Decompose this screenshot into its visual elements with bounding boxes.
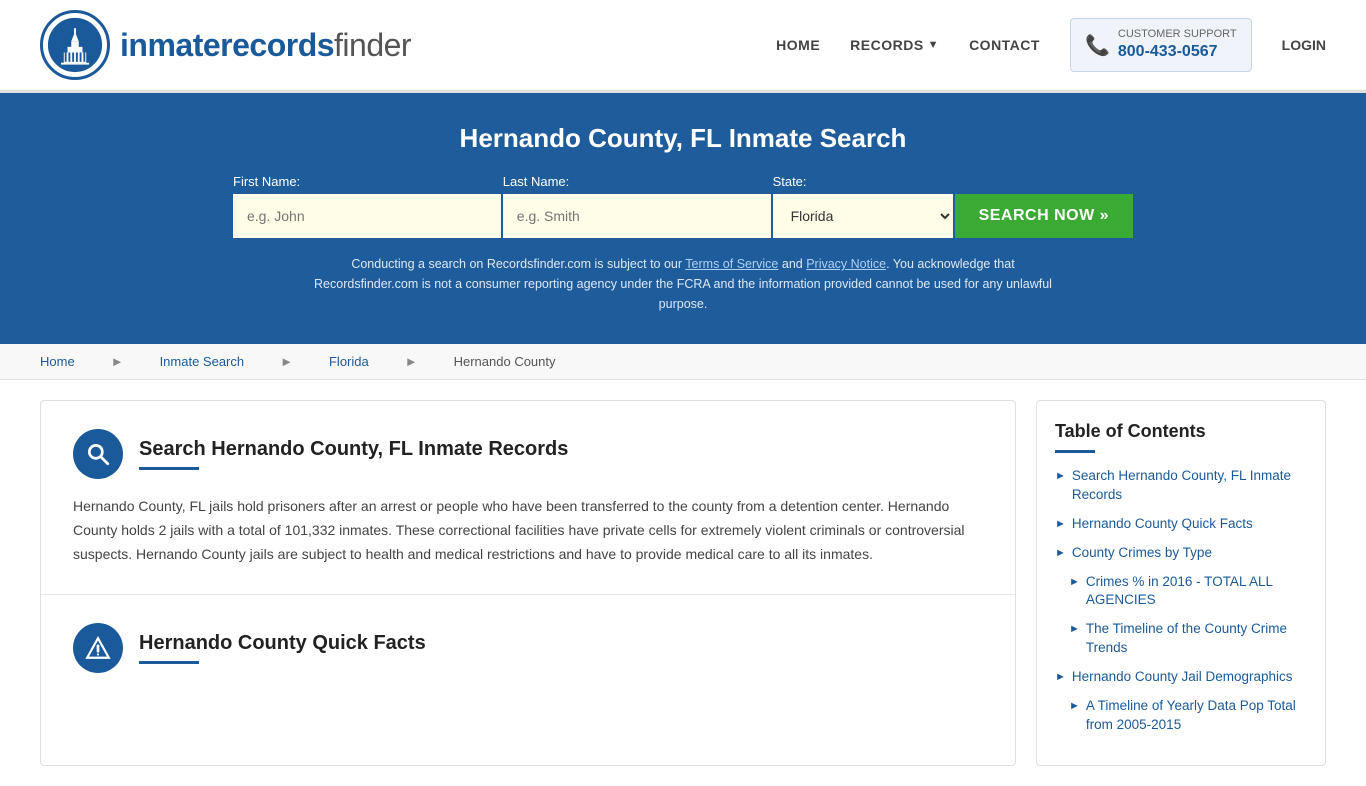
customer-support-box: 📞 CUSTOMER SUPPORT 800-433-0567 [1070,18,1252,71]
toc-link-3[interactable]: ► County Crimes by Type [1055,544,1307,563]
breadcrumb-sep-2: ► [280,354,293,369]
toc-box: Table of Contents ► Search Hernando Coun… [1036,400,1326,766]
toc-item-4: ► Crimes % in 2016 - TOTAL ALL AGENCIES [1055,573,1307,611]
first-name-group: First Name: [233,174,501,238]
section-title-search: Search Hernando County, FL Inmate Record… [139,438,568,461]
last-name-label: Last Name: [503,174,569,189]
chevron-right-icon: ► [1069,699,1080,714]
section-text-search: Hernando County, FL jails hold prisoners… [73,495,983,566]
section-title-underline-facts [139,661,199,664]
toc-item-5: ► The Timeline of the County Crime Trend… [1055,620,1307,658]
info-icon [85,635,111,661]
state-select[interactable]: Florida Alabama Alaska Arizona Californi… [773,194,953,238]
nav-contact[interactable]: CONTACT [969,37,1040,53]
first-name-input[interactable] [233,194,501,238]
search-icon [85,441,111,467]
chevron-down-icon: ▼ [928,39,939,51]
breadcrumb-current: Hernando County [454,354,556,369]
search-button[interactable]: SEARCH NOW » [955,194,1133,238]
toc-link-1[interactable]: ► Search Hernando County, FL Inmate Reco… [1055,467,1307,505]
article: Search Hernando County, FL Inmate Record… [40,400,1016,766]
toc-item-2: ► Hernando County Quick Facts [1055,515,1307,534]
section-header-search: Search Hernando County, FL Inmate Record… [73,429,983,479]
chevron-right-icon: ► [1055,670,1066,685]
section-search: Search Hernando County, FL Inmate Record… [41,401,1015,595]
page-title: Hernando County, FL Inmate Search [40,123,1326,154]
logo-icon [40,10,110,80]
sidebar: Table of Contents ► Search Hernando Coun… [1036,400,1326,766]
toc-item-7: ► A Timeline of Yearly Data Pop Total fr… [1055,697,1307,735]
toc-link-2[interactable]: ► Hernando County Quick Facts [1055,515,1307,534]
chevron-right-icon: ► [1055,469,1066,484]
state-group: State: Florida Alabama Alaska Arizona Ca… [773,174,953,238]
nav-records[interactable]: RECORDS ▼ [850,37,939,53]
toc-link-5[interactable]: ► The Timeline of the County Crime Trend… [1069,620,1307,658]
toc-item-6: ► Hernando County Jail Demographics [1055,668,1307,687]
privacy-link[interactable]: Privacy Notice [806,257,886,271]
chevron-right-icon: ► [1055,517,1066,532]
state-label: State: [773,174,807,189]
main-nav: HOME RECORDS ▼ CONTACT 📞 CUSTOMER SUPPOR… [776,18,1326,71]
toc-link-4[interactable]: ► Crimes % in 2016 - TOTAL ALL AGENCIES [1069,573,1307,611]
breadcrumb-inmate-search[interactable]: Inmate Search [160,354,245,369]
logo-text: inmaterecordsfinder [120,27,411,64]
nav-home[interactable]: HOME [776,37,820,53]
tos-link[interactable]: Terms of Service [685,257,778,271]
section-title-underline-search [139,467,199,470]
first-name-label: First Name: [233,174,300,189]
last-name-input[interactable] [503,194,771,238]
hero-banner: Hernando County, FL Inmate Search First … [0,93,1366,344]
section-title-facts: Hernando County Quick Facts [139,632,426,655]
toc-list: ► Search Hernando County, FL Inmate Reco… [1055,467,1307,735]
nav-login[interactable]: LOGIN [1282,37,1326,53]
breadcrumb-sep-3: ► [405,354,418,369]
toc-title: Table of Contents [1055,421,1307,442]
facts-section-icon [73,623,123,673]
chevron-right-icon: ► [1069,622,1080,637]
breadcrumb: Home ► Inmate Search ► Florida ► Hernand… [0,344,1366,380]
logo-area: inmaterecordsfinder [40,10,411,80]
breadcrumb-home[interactable]: Home [40,354,75,369]
toc-item-1: ► Search Hernando County, FL Inmate Reco… [1055,467,1307,505]
toc-divider [1055,450,1095,453]
chevron-right-icon: ► [1055,546,1066,561]
main-content: Search Hernando County, FL Inmate Record… [0,380,1366,786]
last-name-group: Last Name: [503,174,771,238]
hero-disclaimer: Conducting a search on Recordsfinder.com… [308,254,1058,314]
section-facts: Hernando County Quick Facts [41,595,1015,713]
chevron-right-icon: ► [1069,575,1080,590]
breadcrumb-sep-1: ► [111,354,124,369]
toc-link-7[interactable]: ► A Timeline of Yearly Data Pop Total fr… [1069,697,1307,735]
headphone-icon: 📞 [1085,33,1110,58]
search-section-icon [73,429,123,479]
toc-link-6[interactable]: ► Hernando County Jail Demographics [1055,668,1307,687]
toc-item-3: ► County Crimes by Type [1055,544,1307,563]
breadcrumb-florida[interactable]: Florida [329,354,369,369]
search-form: First Name: Last Name: State: Florida Al… [233,174,1133,238]
section-header-facts: Hernando County Quick Facts [73,623,983,673]
site-header: inmaterecordsfinder HOME RECORDS ▼ CONTA… [0,0,1366,93]
